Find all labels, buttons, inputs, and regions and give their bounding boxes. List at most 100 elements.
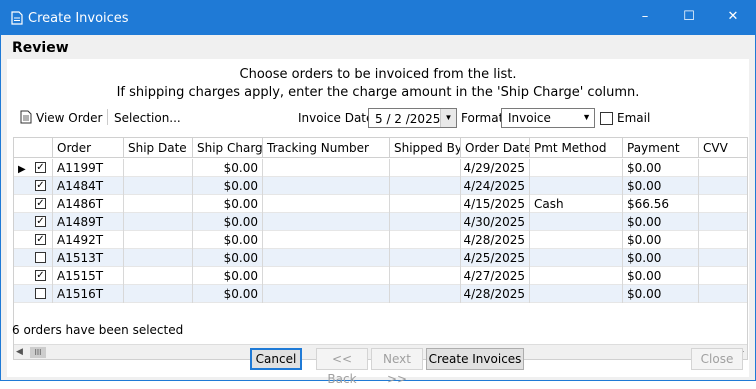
cell-ship-date[interactable] [124, 249, 193, 267]
column-header-ship-charge[interactable]: Ship Charge [193, 138, 263, 158]
cell-tracking[interactable] [263, 267, 390, 285]
row-selector[interactable] [14, 285, 53, 303]
calendar-dropdown-icon[interactable]: ▼ [440, 109, 456, 127]
cell-order-date[interactable]: 4/15/2025 [461, 195, 530, 213]
cell-ship-charge[interactable]: $0.00 [193, 213, 263, 231]
row-selector[interactable]: ✓ [14, 267, 53, 285]
table-row[interactable]: ✓ A1484T $0.00 4/24/2025 $0.00 [14, 177, 747, 195]
cell-shipped-by[interactable] [390, 177, 461, 195]
cell-ship-date[interactable] [124, 159, 193, 177]
cell-payment[interactable]: $0.00 [623, 285, 699, 303]
view-order-button[interactable]: View Order [36, 111, 102, 125]
cell-ship-date[interactable] [124, 213, 193, 231]
row-checkbox[interactable] [35, 252, 46, 263]
cell-cvv[interactable] [699, 177, 747, 195]
cell-pmt-method[interactable] [530, 213, 623, 231]
cell-order[interactable]: A1513T [53, 249, 124, 267]
cell-payment[interactable]: $0.00 [623, 267, 699, 285]
column-header-order-date[interactable]: Order Date [461, 138, 530, 158]
scroll-thumb[interactable]: III [30, 347, 46, 358]
table-row[interactable]: ▶ ✓ A1199T $0.00 4/29/2025 $0.00 [14, 159, 747, 177]
column-header-cvv[interactable]: CVV [699, 138, 747, 158]
cell-cvv[interactable] [699, 159, 747, 177]
cell-order[interactable]: A1492T [53, 231, 124, 249]
cell-order-date[interactable]: 4/24/2025 [461, 177, 530, 195]
row-checkbox[interactable]: ✓ [35, 216, 46, 227]
cell-tracking[interactable] [263, 177, 390, 195]
row-selector[interactable]: ✓ [14, 231, 53, 249]
column-header-shipped-by[interactable]: Shipped By [390, 138, 461, 158]
row-checkbox[interactable]: ✓ [35, 180, 46, 191]
cell-cvv[interactable] [699, 231, 747, 249]
table-row[interactable]: ✓ A1486T $0.00 4/15/2025 Cash $66.56 [14, 195, 747, 213]
cell-ship-charge[interactable]: $0.00 [193, 267, 263, 285]
table-row[interactable]: ✓ A1492T $0.00 4/28/2025 $0.00 [14, 231, 747, 249]
cell-order[interactable]: A1486T [53, 195, 124, 213]
selection-button[interactable]: Selection... [114, 111, 181, 125]
cell-cvv[interactable] [699, 249, 747, 267]
table-row[interactable]: ✓ A1515T $0.00 4/27/2025 $0.00 [14, 267, 747, 285]
cell-order[interactable]: A1484T [53, 177, 124, 195]
maximize-button[interactable]: ☐ [667, 1, 711, 35]
cell-order-date[interactable]: 4/28/2025 [461, 285, 530, 303]
invoice-date-picker[interactable]: 5 / 2 /2025 ▼ [368, 108, 457, 128]
cell-shipped-by[interactable] [390, 267, 461, 285]
cell-tracking[interactable] [263, 231, 390, 249]
email-checkbox[interactable] [600, 112, 613, 125]
cell-ship-date[interactable] [124, 267, 193, 285]
document-icon[interactable] [20, 110, 32, 124]
cell-ship-date[interactable] [124, 177, 193, 195]
cell-pmt-method[interactable] [530, 159, 623, 177]
cell-tracking[interactable] [263, 285, 390, 303]
cell-cvv[interactable] [699, 267, 747, 285]
row-checkbox[interactable]: ✓ [35, 162, 46, 173]
column-header-pmt-method[interactable]: Pmt Method [530, 138, 623, 158]
cell-payment[interactable]: $66.56 [623, 195, 699, 213]
table-row[interactable]: ✓ A1489T $0.00 4/30/2025 $0.00 [14, 213, 747, 231]
cell-order-date[interactable]: 4/27/2025 [461, 267, 530, 285]
cell-cvv[interactable] [699, 285, 747, 303]
cell-shipped-by[interactable] [390, 285, 461, 303]
cell-shipped-by[interactable] [390, 231, 461, 249]
cell-order-date[interactable]: 4/28/2025 [461, 231, 530, 249]
cell-ship-charge[interactable]: $0.00 [193, 159, 263, 177]
cell-payment[interactable]: $0.00 [623, 213, 699, 231]
create-invoices-button[interactable]: Create Invoices [426, 348, 524, 370]
next-button[interactable]: Next >> [371, 348, 423, 386]
title-bar[interactable]: Create Invoices – ☐ ✕ [1, 1, 755, 35]
row-selector[interactable] [14, 249, 53, 267]
cell-ship-date[interactable] [124, 195, 193, 213]
row-checkbox[interactable]: ✓ [35, 234, 46, 245]
cell-shipped-by[interactable] [390, 213, 461, 231]
cell-pmt-method[interactable] [530, 177, 623, 195]
row-selector[interactable]: ▶ ✓ [14, 159, 53, 177]
cell-ship-charge[interactable]: $0.00 [193, 285, 263, 303]
table-row[interactable]: A1516T $0.00 4/28/2025 $0.00 [14, 285, 747, 303]
cell-pmt-method[interactable]: Cash [530, 195, 623, 213]
table-row[interactable]: A1513T $0.00 4/25/2025 $0.00 [14, 249, 747, 267]
cell-payment[interactable]: $0.00 [623, 231, 699, 249]
cell-payment[interactable]: $0.00 [623, 177, 699, 195]
minimize-button[interactable]: – [623, 1, 667, 35]
cell-ship-date[interactable] [124, 231, 193, 249]
cell-pmt-method[interactable] [530, 267, 623, 285]
format-select[interactable]: Invoice ▼ [501, 108, 595, 128]
cell-ship-date[interactable] [124, 285, 193, 303]
cell-order-date[interactable]: 4/25/2025 [461, 249, 530, 267]
cell-shipped-by[interactable] [390, 249, 461, 267]
cell-order[interactable]: A1489T [53, 213, 124, 231]
cancel-button[interactable]: Cancel [250, 348, 302, 370]
cell-pmt-method[interactable] [530, 249, 623, 267]
column-header-tracking[interactable]: Tracking Number [263, 138, 390, 158]
close-button[interactable]: Close [691, 348, 743, 370]
column-header-order[interactable]: Order [53, 138, 124, 158]
row-checkbox[interactable] [35, 288, 46, 299]
row-checkbox[interactable]: ✓ [35, 270, 46, 281]
cell-order[interactable]: A1199T [53, 159, 124, 177]
cell-order-date[interactable]: 4/29/2025 [461, 159, 530, 177]
close-window-button[interactable]: ✕ [711, 1, 755, 35]
cell-order-date[interactable]: 4/30/2025 [461, 213, 530, 231]
cell-cvv[interactable] [699, 195, 747, 213]
cell-payment[interactable]: $0.00 [623, 159, 699, 177]
cell-order[interactable]: A1515T [53, 267, 124, 285]
